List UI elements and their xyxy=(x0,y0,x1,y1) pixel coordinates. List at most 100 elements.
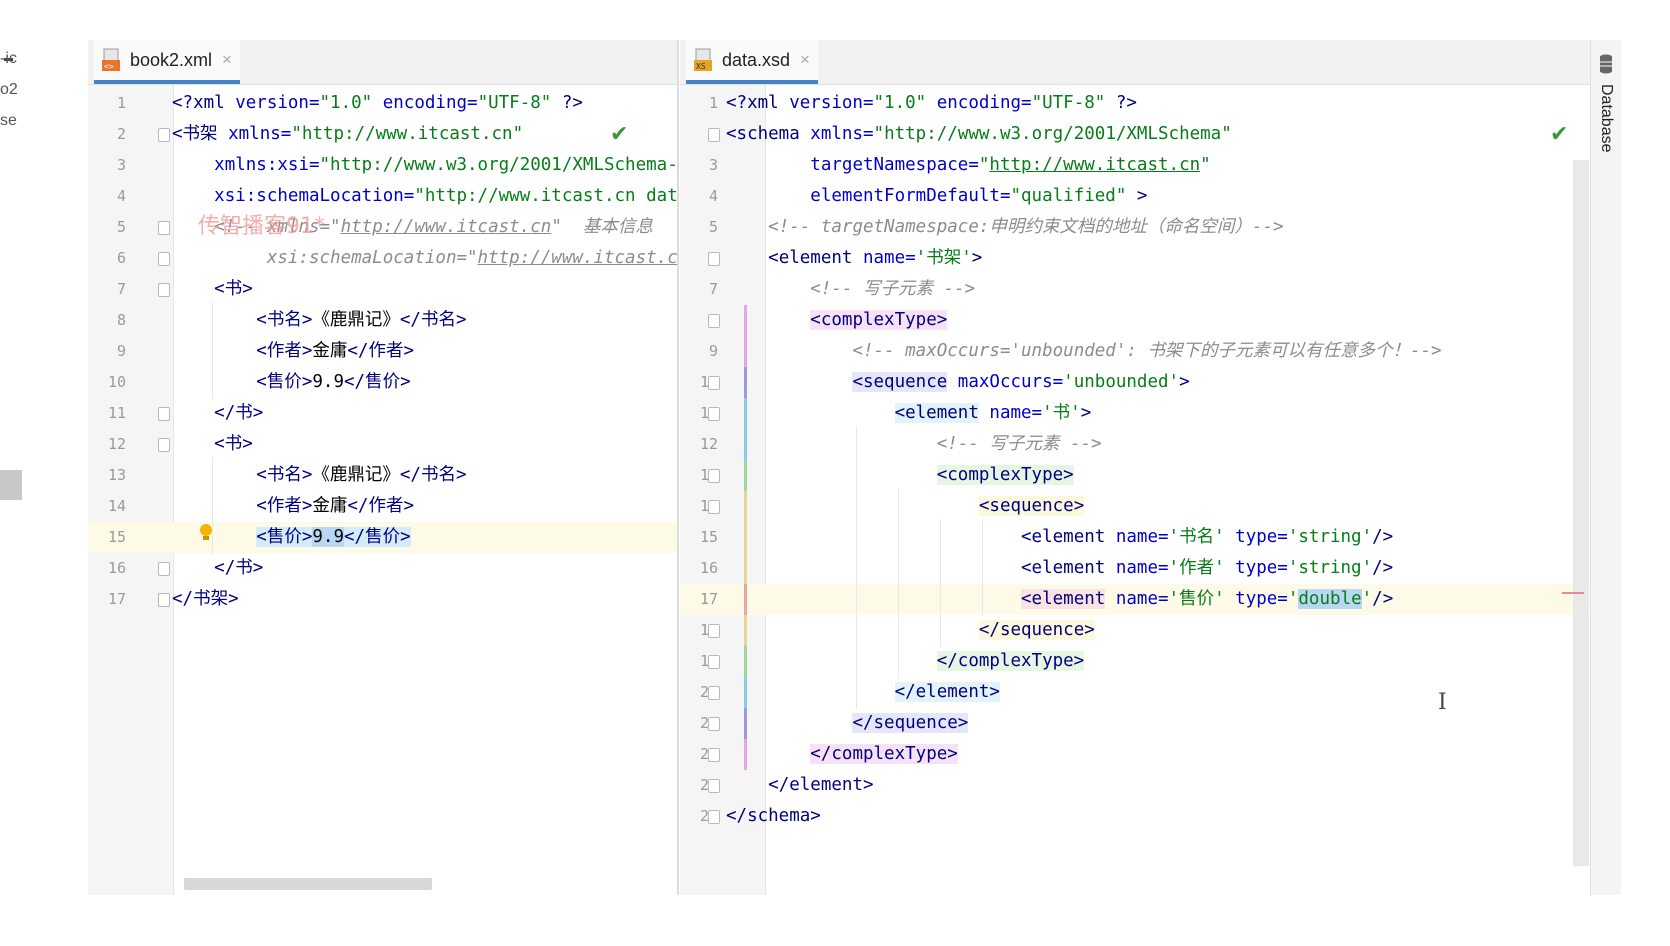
database-label[interactable]: Database xyxy=(1597,84,1615,153)
code-line[interactable]: <element name='书架'> xyxy=(726,243,982,274)
project-item[interactable]: se xyxy=(0,112,17,130)
fold-marker-icon[interactable] xyxy=(708,717,720,731)
code-line[interactable]: <书> xyxy=(172,429,253,460)
code-line[interactable]: xmlns:xsi="http://www.w3.org/2001/XMLSch… xyxy=(172,150,678,181)
code-line[interactable]: <sequence> xyxy=(726,491,1085,522)
code-line[interactable]: </schema> xyxy=(726,801,821,832)
line-number[interactable]: 7 xyxy=(92,274,126,305)
close-icon[interactable]: × xyxy=(800,50,810,70)
line-number[interactable]: 16 xyxy=(684,553,718,584)
line-number[interactable]: 10 xyxy=(92,367,126,398)
fold-marker-icon[interactable] xyxy=(708,469,720,483)
fold-marker-icon[interactable] xyxy=(158,128,170,142)
code-line[interactable]: </书> xyxy=(172,553,263,584)
code-line[interactable]: </书架> xyxy=(172,584,239,615)
code-line[interactable]: <complexType> xyxy=(726,460,1074,491)
fold-marker-icon[interactable] xyxy=(708,686,720,700)
horizontal-scrollbar[interactable] xyxy=(184,878,432,890)
code-line[interactable]: <?xml version="1.0" encoding="UTF-8" ?> xyxy=(726,88,1137,119)
line-number[interactable]: 9 xyxy=(684,336,718,367)
code-line[interactable]: <element name='作者' type='string'/> xyxy=(726,553,1393,584)
project-item[interactable]: o2 xyxy=(0,81,18,99)
code-line[interactable]: <书名>《鹿鼎记》</书名> xyxy=(172,460,466,491)
close-icon[interactable]: × xyxy=(222,50,232,70)
fold-marker-icon[interactable] xyxy=(708,128,720,142)
code-line[interactable]: xsi:schemaLocation="http://www.itcast.cn xyxy=(172,243,678,274)
line-number[interactable]: 15 xyxy=(92,522,126,553)
fold-marker-icon[interactable] xyxy=(708,810,720,824)
code-line[interactable]: </element> xyxy=(726,770,873,801)
vertical-scrollbar[interactable] xyxy=(1573,160,1589,866)
line-number[interactable]: 13 xyxy=(92,460,126,491)
code-line[interactable]: </sequence> xyxy=(726,708,969,739)
fold-marker-icon[interactable] xyxy=(708,655,720,669)
line-number[interactable]: 4 xyxy=(684,181,718,212)
fold-marker-icon[interactable] xyxy=(708,500,720,514)
line-number[interactable]: 4 xyxy=(92,181,126,212)
code-line[interactable]: targetNamespace="http://www.itcast.cn" xyxy=(726,150,1210,181)
code-line[interactable]: <作者>金庸</作者> xyxy=(172,491,414,522)
line-number[interactable]: 6 xyxy=(92,243,126,274)
code-line[interactable]: <element name='书名' type='string'/> xyxy=(726,522,1393,553)
code-line[interactable]: </书> xyxy=(172,398,263,429)
tab-book2-xml[interactable]: <> book2.xml × xyxy=(94,40,240,84)
fold-marker-icon[interactable] xyxy=(158,593,170,607)
fold-marker-icon[interactable] xyxy=(158,438,170,452)
fold-marker-icon[interactable] xyxy=(708,376,720,390)
line-number[interactable]: 14 xyxy=(92,491,126,522)
line-number[interactable]: 8 xyxy=(92,305,126,336)
fold-marker-icon[interactable] xyxy=(708,624,720,638)
inspection-ok-icon[interactable]: ✔ xyxy=(1550,122,1568,147)
fold-marker-icon[interactable] xyxy=(158,221,170,235)
line-number[interactable]: 16 xyxy=(92,553,126,584)
line-number[interactable]: 7 xyxy=(684,274,718,305)
code-line[interactable]: </complexType> xyxy=(726,646,1085,677)
fold-marker-icon[interactable] xyxy=(708,748,720,762)
inspection-ok-icon[interactable]: ✔ xyxy=(610,122,628,147)
tab-data-xsd[interactable]: XS data.xsd × xyxy=(686,40,818,84)
code-editor-right[interactable]: 1 <?xml version="1.0" encoding="UTF-8" ?>… xyxy=(680,85,1590,895)
fold-marker-icon[interactable] xyxy=(708,252,720,266)
code-line[interactable]: </sequence> xyxy=(726,615,1095,646)
scroll-thumb[interactable] xyxy=(0,470,22,500)
line-number[interactable]: 17 xyxy=(92,584,126,615)
fold-marker-icon[interactable] xyxy=(158,407,170,421)
line-number[interactable]: 12 xyxy=(92,429,126,460)
code-line[interactable]: <作者>金庸</作者> xyxy=(172,336,414,367)
code-line[interactable]: <?xml version="1.0" encoding="UTF-8" ?> xyxy=(172,88,583,119)
line-number[interactable]: 3 xyxy=(92,150,126,181)
line-number[interactable]: 1 xyxy=(92,88,126,119)
fold-marker-icon[interactable] xyxy=(158,283,170,297)
code-line[interactable]: <complexType> xyxy=(726,305,948,336)
line-number[interactable]: 11 xyxy=(92,398,126,429)
fold-marker-icon[interactable] xyxy=(158,562,170,576)
code-line[interactable]: <sequence maxOccurs='unbounded'> xyxy=(726,367,1190,398)
code-line[interactable]: <!-- 写子元素 --> xyxy=(726,429,1102,460)
line-number[interactable]: 2 xyxy=(92,119,126,150)
code-line[interactable]: </complexType> xyxy=(726,739,958,770)
line-number[interactable]: 5 xyxy=(92,212,126,243)
code-line[interactable]: <element name='售价' type='double'/> xyxy=(726,584,1393,615)
error-stripe-mark[interactable] xyxy=(1562,592,1584,594)
code-line[interactable]: <书> xyxy=(172,274,253,305)
line-number[interactable]: 1 xyxy=(684,88,718,119)
splitter[interactable] xyxy=(677,40,679,895)
code-line[interactable]: <schema xmlns="http://www.w3.org/2001/XM… xyxy=(726,119,1232,150)
fold-marker-icon[interactable] xyxy=(708,314,720,328)
code-line[interactable]: <!-- 写子元素 --> xyxy=(726,274,975,305)
fold-marker-icon[interactable] xyxy=(708,779,720,793)
fold-marker-icon[interactable] xyxy=(158,252,170,266)
line-number[interactable]: 5 xyxy=(684,212,718,243)
line-number[interactable]: 9 xyxy=(92,336,126,367)
code-line[interactable]: <售价>9.9</售价> xyxy=(172,367,410,398)
project-item[interactable]: -ic xyxy=(0,50,17,68)
line-number[interactable]: 3 xyxy=(684,150,718,181)
code-line[interactable]: elementFormDefault="qualified" > xyxy=(726,181,1147,212)
database-tool-window-strip[interactable]: Database xyxy=(1590,40,1621,895)
line-number[interactable]: 17 xyxy=(684,584,718,615)
line-number[interactable]: 12 xyxy=(684,429,718,460)
code-editor-left[interactable]: 1 <?xml version="1.0" encoding="UTF-8" ?>… xyxy=(88,85,678,895)
code-line[interactable]: <!-- maxOccurs='unbounded': 书架下的子元素可以有任意… xyxy=(726,336,1441,367)
code-line[interactable]: <书架 xmlns="http://www.itcast.cn" xyxy=(172,119,523,150)
code-line[interactable]: </element> xyxy=(726,677,1000,708)
